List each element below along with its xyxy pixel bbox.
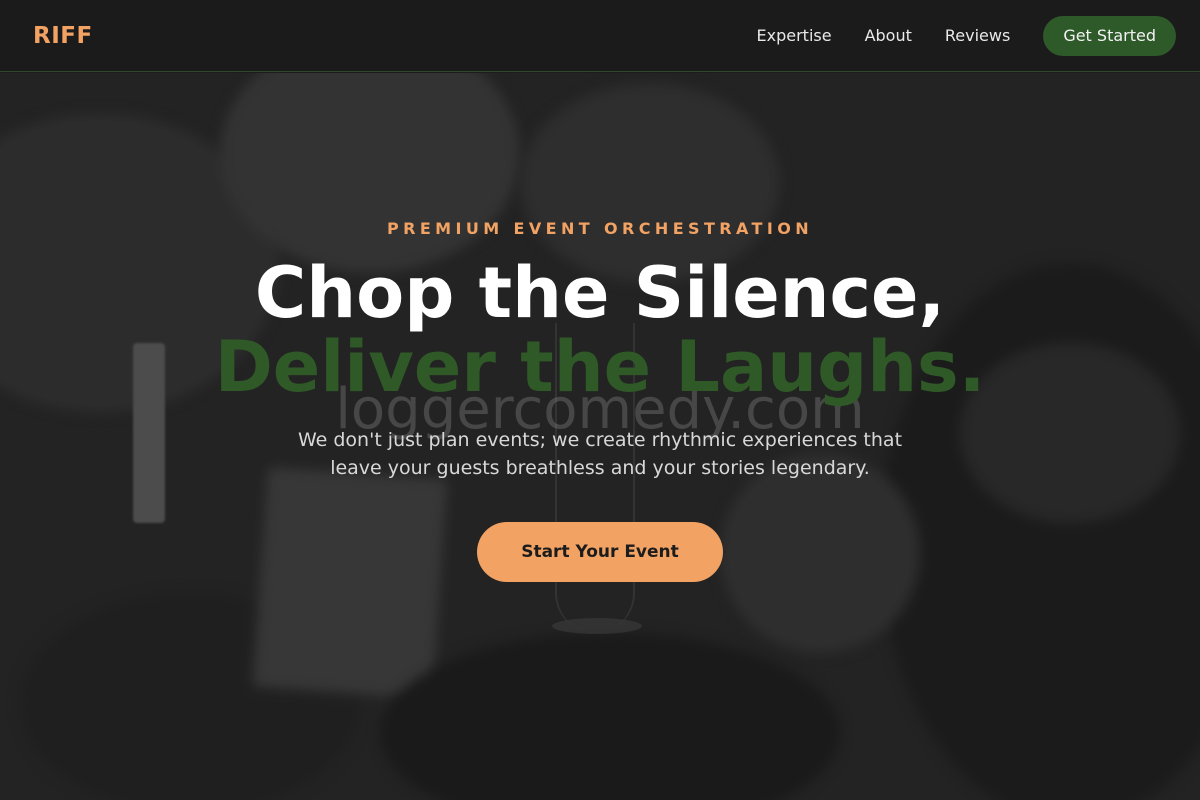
site-header: RIFF Expertise About Reviews Get Started [0, 0, 1200, 72]
brand-logo[interactable]: RIFF [33, 23, 93, 49]
hero-headline-line1: Chop the Silence, [254, 252, 946, 334]
main-nav: Expertise About Reviews Get Started [757, 15, 1176, 56]
hero-subtitle: We don't just plan events; we create rhy… [297, 429, 903, 479]
hero-headline-line2: Deliver the Laughs. [214, 326, 986, 408]
nav-link-reviews[interactable]: Reviews [945, 26, 1010, 45]
hero-eyebrow: PREMIUM EVENT ORCHESTRATION [387, 219, 813, 238]
nav-link-expertise[interactable]: Expertise [757, 26, 832, 45]
hero-section: PREMIUM EVENT ORCHESTRATION loggercomedy… [0, 73, 1200, 800]
start-your-event-button[interactable]: Start Your Event [477, 522, 723, 582]
get-started-button[interactable]: Get Started [1043, 15, 1176, 56]
nav-link-about[interactable]: About [865, 26, 912, 45]
hero-content: PREMIUM EVENT ORCHESTRATION loggercomedy… [0, 73, 1200, 800]
